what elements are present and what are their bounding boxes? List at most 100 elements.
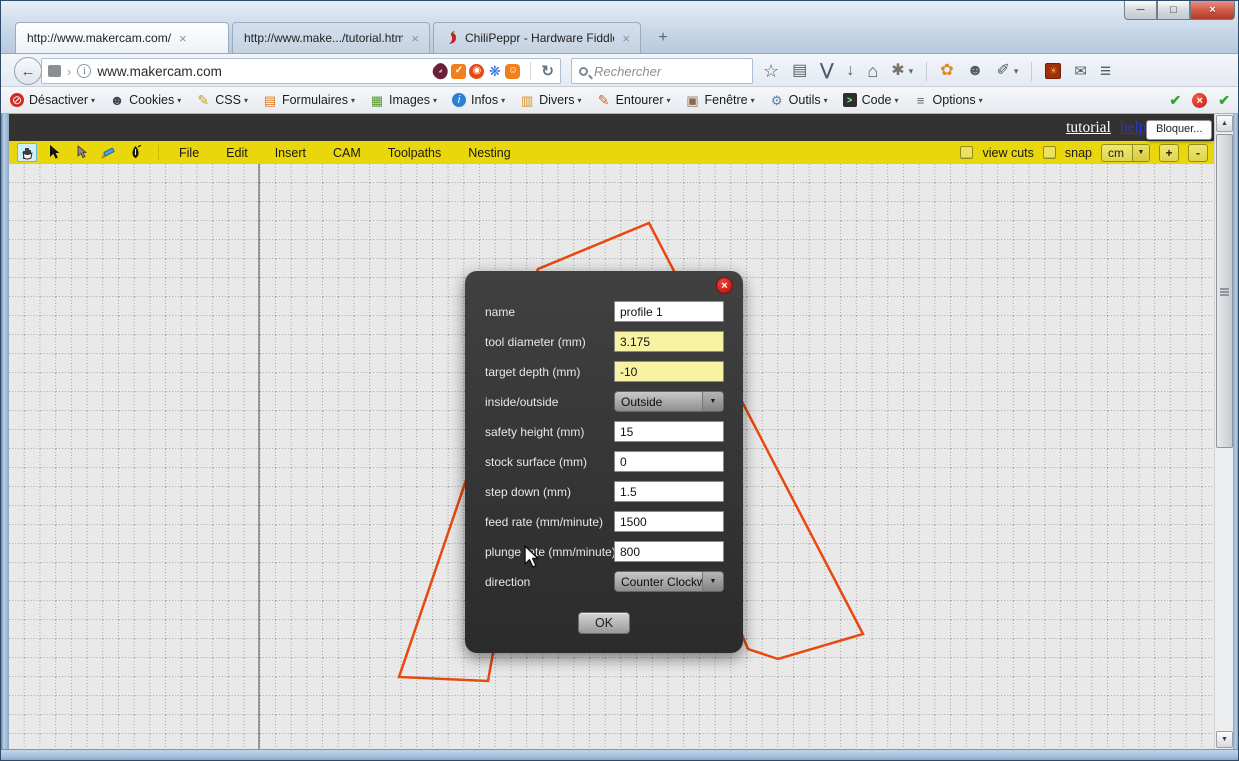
bookmark-star-icon[interactable]: ☆ [763,62,779,80]
hand-icon [20,145,35,160]
valid-check-icon[interactable]: ✔ [1218,92,1230,109]
mail-icon[interactable]: ✉ [1074,64,1087,79]
chili-pepper-icon [445,31,458,45]
step-down-input[interactable] [614,481,724,502]
direction-dropdown[interactable]: Counter Clockwi ▼ [614,571,724,592]
target-depth-input[interactable] [614,361,724,382]
stock-surface-input[interactable] [614,451,724,472]
vertical-scrollbar[interactable]: ▲ ▼ [1214,114,1233,749]
menu-insert[interactable]: Insert [275,146,306,160]
addon-box-icon[interactable]: ☀ [1045,63,1061,79]
tab-chilipeppr[interactable]: ChiliPeppr - Hardware Fiddle × [433,22,641,53]
tutorial-link[interactable]: tutorial [1066,119,1111,137]
scroll-down-arrow[interactable]: ▼ [1216,731,1233,748]
devtools-item-css[interactable]: ✎ CSS▾ [196,93,248,107]
bird-addon-icon[interactable]: ✿ [940,63,953,79]
pocket-icon[interactable]: ⋁ [820,63,833,79]
devtools-label: Formulaires [282,93,348,107]
fly-addon-icon[interactable]: ✱ [891,63,904,79]
home-icon[interactable]: ⌂ [867,62,878,80]
zoom-in-button[interactable]: + [1159,144,1179,162]
site-identity-icon[interactable] [48,65,61,77]
devtools-item-cookies[interactable]: ☻ Cookies▾ [110,93,181,107]
menu-icon[interactable]: ≡ [1100,62,1111,81]
pen-tool[interactable] [125,143,145,162]
close-window-button[interactable]: × [1190,1,1235,20]
addon-eggplant-icon[interactable]: ◗ [430,60,451,81]
feed-rate-input[interactable] [614,511,724,532]
help-link[interactable]: help [1120,119,1147,137]
unit-value: cm [1102,146,1132,160]
box-icon: ▥ [520,93,534,107]
url-bar[interactable]: › i www.makercam.com ◗ ✓ ◉ ❋ ☺ ↻ [41,58,561,84]
tab-close-icon[interactable]: × [410,32,420,45]
devtools-item-outils[interactable]: ⚙ Outils▾ [770,93,828,107]
error-badge-icon[interactable]: × [1192,93,1207,108]
devtools-item-formulaires[interactable]: ▤ Formulaires▾ [263,93,355,107]
plunge-rate-input[interactable] [614,541,724,562]
safety-height-input[interactable] [614,421,724,442]
zoom-out-button[interactable]: - [1188,144,1208,162]
valid-check-icon[interactable]: ✔ [1170,92,1182,109]
chevron-down-icon[interactable]: ▾ [1014,67,1019,76]
menu-edit[interactable]: Edit [226,146,248,160]
eyedropper-icon[interactable]: ✐ [996,63,1009,79]
tab-close-icon[interactable]: × [621,32,631,45]
devtools-item-entourer[interactable]: ✎ Entourer▾ [597,93,671,107]
devtools-item-images[interactable]: ▦ Images▾ [370,93,437,107]
chevron-down-icon[interactable]: ▾ [909,67,914,76]
dialog-close-button[interactable]: × [716,277,733,294]
devtools-item-desactiver[interactable]: ⊘ Désactiver▾ [10,93,95,107]
search-placeholder[interactable]: Rechercher [594,64,661,79]
downloads-icon[interactable]: ↓ [846,63,854,79]
new-tab-button[interactable]: + [650,27,676,49]
field-row-tool-diameter: tool diameter (mm) [485,331,725,353]
addon-ubuntu-icon[interactable]: ◉ [469,64,484,79]
snap-checkbox[interactable] [1043,146,1056,159]
search-bar[interactable]: Rechercher [571,58,753,84]
view-cuts-checkbox[interactable] [960,146,973,159]
pencil-tool[interactable] [98,143,118,162]
select-tool[interactable] [44,143,64,162]
field-label: step down (mm) [485,481,571,503]
addon-check-icon[interactable]: ✓ [451,64,466,79]
reload-icon[interactable]: ↻ [541,62,554,80]
inside-outside-dropdown[interactable]: Outside ▼ [614,391,724,412]
clipboard-icon[interactable]: ▤ [792,63,807,79]
direct-select-tool[interactable] [71,143,91,162]
divider [530,62,531,80]
scrollbar-thumb[interactable] [1216,134,1233,448]
url-text[interactable]: www.makercam.com [97,64,427,79]
tab-makercam[interactable]: http://www.makercam.com/ × [15,22,229,53]
name-input[interactable] [614,301,724,322]
menu-nesting[interactable]: Nesting [468,146,510,160]
browser-window: ─ □ × http://www.makercam.com/ × http://… [0,0,1239,761]
ok-button[interactable]: OK [578,612,630,634]
dropdown-value: Outside [615,392,702,411]
tab-tutorial[interactable]: http://www.make.../tutorial.html × [232,22,430,53]
tool-diameter-input[interactable] [614,331,724,352]
maximize-button[interactable]: □ [1157,1,1190,20]
pan-hand-tool[interactable] [17,143,37,162]
devtools-item-options[interactable]: ≡ Options▾ [914,93,983,107]
unit-dropdown[interactable]: cm ▼ [1101,144,1150,162]
addon-swirl-icon[interactable]: ❋ [487,64,502,79]
minimize-button[interactable]: ─ [1124,1,1157,20]
menu-file[interactable]: File [179,146,199,160]
caret-icon: ▾ [578,96,582,105]
page-info-icon[interactable]: i [77,64,91,78]
devtools-item-divers[interactable]: ▥ Divers▾ [520,93,581,107]
devtools-item-fenetre[interactable]: ▣ Fenêtre▾ [686,93,755,107]
field-label: direction [485,571,530,593]
gray-arrow-icon [74,145,88,160]
tab-close-icon[interactable]: × [178,32,188,45]
caret-icon: ▾ [351,96,355,105]
back-button[interactable]: ← [14,57,42,85]
devtools-item-code[interactable]: > Code▾ [843,93,899,107]
devtools-item-infos[interactable]: i Infos▾ [452,93,505,107]
scroll-up-arrow[interactable]: ▲ [1216,115,1233,132]
addon-smiley-icon[interactable]: ☺ [505,64,520,79]
menu-toolpaths[interactable]: Toolpaths [388,146,442,160]
menu-cam[interactable]: CAM [333,146,361,160]
smiley-addon-icon[interactable]: ☻ [967,63,984,79]
